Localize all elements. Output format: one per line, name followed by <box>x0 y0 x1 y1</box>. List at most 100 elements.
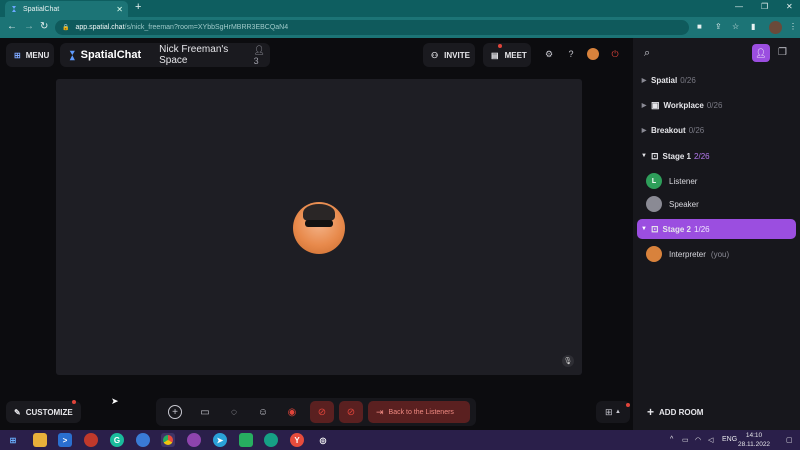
bookmark-star-icon[interactable]: ☆ <box>732 22 739 31</box>
forward-arrow-icon[interactable]: → <box>24 21 34 32</box>
room-count: 2/26 <box>694 151 710 161</box>
viber-icon[interactable] <box>187 433 201 447</box>
back-arrow-icon[interactable]: ← <box>7 21 17 32</box>
camera-icon[interactable]: ■ <box>697 22 702 31</box>
mic-status-icon: 🎙︎ <box>562 355 574 367</box>
emoji-icon[interactable]: ☺ <box>256 405 270 419</box>
power-leave-icon[interactable]: ⏻ <box>609 48 621 60</box>
browser-address-bar: ← → ↻ 🔒 app.spatial.chat/s/nick_freeman?… <box>0 17 800 38</box>
back-to-listeners-button[interactable]: ⇥ Back to the Listeners <box>368 401 470 423</box>
browser-menu-icon[interactable]: ⋮ <box>789 22 797 31</box>
app-red-icon[interactable] <box>84 433 98 447</box>
people-tab-button[interactable]: 👤︎ <box>752 44 770 62</box>
workplace-icon: ▣ <box>651 99 660 110</box>
rooms-panel: ⌕ 👤︎ ❐ ▶ Spatial 0/26 ▶ ▣ Workplace 0/26… <box>633 38 800 430</box>
grammarly-icon[interactable]: G <box>110 433 124 447</box>
add-room-label: ADD ROOM <box>659 407 704 417</box>
meet-button[interactable]: ▤ MEET <box>483 43 531 67</box>
record-icon[interactable]: ◉ <box>285 405 299 419</box>
file-explorer-icon[interactable] <box>33 433 47 447</box>
customize-button[interactable]: ✎ CUSTOMIZE <box>6 401 81 423</box>
grid-icon: ⊞ <box>14 50 21 60</box>
menu-button[interactable]: ⊞ MENU <box>6 43 54 67</box>
invite-label: INVITE <box>444 50 470 60</box>
expand-arrow-icon[interactable]: ▶ <box>637 127 651 134</box>
mic-off-button[interactable]: ⊘ <box>339 401 363 423</box>
spatialchat-favicon-icon <box>10 5 18 13</box>
room-stage-1[interactable]: ▼ ⊡ Stage 1 2/26 <box>637 146 796 166</box>
room-count: 0/26 <box>688 125 705 135</box>
mic-off-icon: ⊘ <box>346 406 356 418</box>
profile-avatar[interactable] <box>769 21 782 34</box>
expand-arrow-icon[interactable]: ▶ <box>637 102 651 109</box>
chat-bubble-icon[interactable]: ◌ <box>227 405 241 419</box>
tray-chevron-icon[interactable]: ^ <box>670 436 673 443</box>
search-icon[interactable]: ⌕ <box>644 47 650 60</box>
speaker-avatar[interactable] <box>293 202 345 254</box>
member-interpreter[interactable]: Interpreter (you) <box>646 245 729 263</box>
person-icon: 👤︎ <box>755 47 767 58</box>
space-name[interactable]: Nick Freeman's Space <box>159 44 246 66</box>
maximize-icon[interactable]: ❐ <box>761 2 768 11</box>
window-close-icon[interactable]: ✕ <box>786 2 793 11</box>
tab-close-icon[interactable]: ✕ <box>116 5 123 14</box>
chrome-icon[interactable] <box>161 433 175 447</box>
screen-share-icon[interactable]: ▭ <box>198 405 212 419</box>
new-tab-button[interactable]: + <box>135 1 141 13</box>
customize-label: CUSTOMIZE <box>25 407 73 417</box>
user-avatar[interactable] <box>587 48 599 60</box>
reload-icon[interactable]: ↻ <box>40 21 48 32</box>
member-listener[interactable]: L Listener <box>646 172 697 190</box>
expand-arrow-icon[interactable]: ▶ <box>637 77 651 84</box>
chat-tab-icon[interactable]: ❐ <box>778 47 787 58</box>
member-speaker[interactable]: Speaker <box>646 195 699 213</box>
invite-button[interactable]: ⚇ INVITE <box>423 43 475 67</box>
app-green-icon[interactable] <box>264 433 278 447</box>
member-name: Listener <box>669 176 698 186</box>
collapse-arrow-icon[interactable]: ▼ <box>637 153 651 159</box>
room-workplace[interactable]: ▶ ▣ Workplace 0/26 <box>637 95 796 115</box>
app-blue-icon[interactable] <box>136 433 150 447</box>
calendar-icon: ▤ <box>491 50 499 60</box>
vpn-lock-icon[interactable] <box>239 433 253 447</box>
obs-icon[interactable]: ◎ <box>316 433 330 447</box>
collapse-arrow-icon[interactable]: ▼ <box>637 226 651 232</box>
minimize-icon[interactable]: — <box>735 2 743 11</box>
room-name: Stage 1 <box>662 151 692 161</box>
pencil-icon: ✎ <box>14 407 21 417</box>
camera-off-button[interactable]: ⊘ <box>310 401 334 423</box>
url-field[interactable]: 🔒 app.spatial.chat/s/nick_freeman?room=X… <box>55 20 689 35</box>
media-toolbar: + ▭ ◌ ☺ ◉ ⊘ ⊘ ⇥ Back to the Listeners <box>156 398 476 426</box>
room-breakout[interactable]: ▶ Breakout 0/26 <box>637 120 796 140</box>
you-tag: (you) <box>710 249 730 259</box>
tray-icon-1[interactable]: ▭ <box>682 436 689 444</box>
browser-tab[interactable]: SpatialChat ✕ <box>5 1 128 17</box>
language-indicator[interactable]: ENG <box>722 436 737 443</box>
room-name: Workplace <box>663 100 704 110</box>
notifications-icon[interactable]: ▢ <box>786 436 793 444</box>
menu-label: MENU <box>25 50 50 60</box>
spatialchat-logo-icon <box>69 50 75 60</box>
add-room-button[interactable]: + ADD ROOM <box>647 405 703 419</box>
person-icon: 👤︎ <box>253 44 266 55</box>
people-count: 👤︎ 3 <box>254 45 270 66</box>
lock-icon: 🔒 <box>62 25 70 31</box>
chrome-logo-icon <box>163 435 173 445</box>
tab-title: SpatialChat <box>23 5 60 13</box>
volume-icon[interactable]: ◁ <box>708 436 713 444</box>
layout-button[interactable]: ⊞ ▲ <box>596 401 630 423</box>
settings-gear-icon[interactable]: ⚙ <box>543 48 555 60</box>
powershell-icon[interactable]: > <box>58 433 72 447</box>
side-panel-icon[interactable]: ▮ <box>751 22 755 31</box>
help-icon[interactable]: ? <box>565 48 577 60</box>
yandex-icon[interactable]: Y <box>290 433 304 447</box>
network-icon[interactable]: ◠ <box>695 436 701 444</box>
clock[interactable]: 14:10 28.11.2022 <box>738 431 770 449</box>
room-name: Breakout <box>651 125 686 135</box>
windows-start-icon[interactable]: ⊞ <box>6 433 20 447</box>
room-stage-2[interactable]: ▼ ⊡ Stage 2 1/26 <box>637 219 796 239</box>
telegram-icon[interactable]: ➤ <box>213 433 227 447</box>
add-icon[interactable]: + <box>168 405 182 419</box>
room-spatial[interactable]: ▶ Spatial 0/26 <box>637 70 796 90</box>
share-icon[interactable]: ⇪ <box>715 22 722 31</box>
